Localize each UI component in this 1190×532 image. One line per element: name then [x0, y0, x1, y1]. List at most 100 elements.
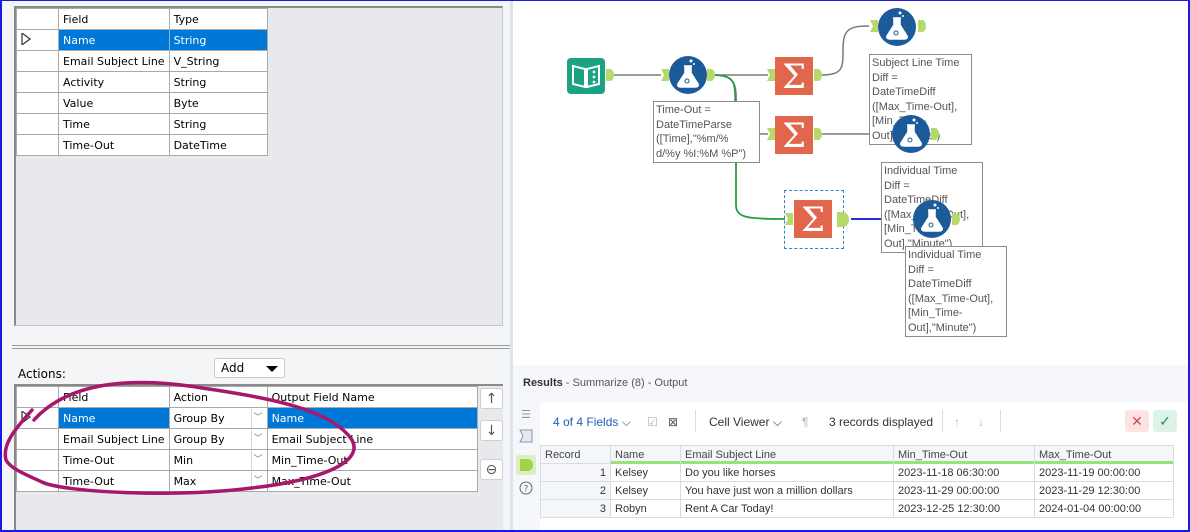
- action-select[interactable]: Min ﹀: [168, 449, 268, 471]
- action-select[interactable]: Group By ﹀: [168, 428, 268, 450]
- cell-name[interactable]: Kelsey: [610, 481, 681, 500]
- row-selector[interactable]: [16, 71, 59, 93]
- field-row[interactable]: Value Byte: [16, 92, 268, 114]
- annotation-line: Time-Out =: [656, 104, 711, 116]
- help-icon[interactable]: ?: [519, 481, 533, 495]
- list-icon[interactable]: ☰: [519, 408, 533, 422]
- chevron-down-icon[interactable]: ﹀: [250, 408, 265, 428]
- metadata-icon[interactable]: [519, 429, 533, 443]
- col-header-field[interactable]: Field: [58, 8, 170, 30]
- cancel-button[interactable]: ✕: [1125, 410, 1149, 432]
- cell-min-time-out[interactable]: 2023-11-18 06:30:00: [893, 463, 1035, 482]
- cell-min-time-out[interactable]: 2023-11-29 00:00:00: [893, 481, 1035, 500]
- field-name: Value: [58, 92, 170, 114]
- connection-summarize1-formula-subject: [820, 25, 870, 76]
- remove-action-button[interactable]: ⊖: [480, 459, 503, 480]
- action-value: Group By: [173, 411, 225, 425]
- action-field: Email Subject Line: [58, 428, 170, 450]
- row-selector[interactable]: [16, 50, 59, 72]
- sigma-icon: Σ: [775, 57, 813, 95]
- row-selector[interactable]: [16, 449, 59, 471]
- cell-name[interactable]: Kelsey: [610, 463, 681, 482]
- row-selector[interactable]: [16, 92, 59, 114]
- cell-email-subject-line[interactable]: Do you like horses: [680, 463, 894, 482]
- cell-max-time-out[interactable]: 2023-11-19 00:00:00: [1034, 463, 1174, 482]
- cell-email-subject-line[interactable]: Rent A Car Today!: [680, 499, 894, 518]
- connections-layer: [611, 25, 921, 220]
- col-header-max-time-out[interactable]: Max_Time-Out: [1034, 445, 1174, 465]
- action-row[interactable]: Time-Out Max ﹀ Max_Time-Out: [16, 470, 478, 492]
- summarize-config-panel: Field Type Name String Email Subject Lin…: [2, 0, 510, 532]
- add-action-dropdown[interactable]: Add: [214, 358, 285, 378]
- chevron-down-icon[interactable]: ﹀: [250, 429, 265, 449]
- col-header-name[interactable]: Name: [610, 445, 681, 465]
- field-row[interactable]: Email Subject Line V_String: [16, 50, 268, 72]
- field-name: Time-Out: [58, 134, 170, 156]
- cell-viewer-label: Cell Viewer: [709, 415, 770, 429]
- svg-text:Σ: Σ: [782, 57, 806, 95]
- table-row[interactable]: 1 Kelsey Do you like horses 2023-11-18 0…: [540, 463, 1174, 482]
- field-row[interactable]: Time String: [16, 113, 268, 135]
- col-header-email-subject-line[interactable]: Email Subject Line: [680, 445, 894, 465]
- col-header-field[interactable]: Field: [58, 386, 170, 408]
- action-row[interactable]: Name Group By ﹀ Name: [16, 407, 478, 429]
- col-header-record[interactable]: Record: [540, 445, 611, 464]
- action-select[interactable]: Group By ﹀: [168, 407, 268, 429]
- move-down-button[interactable]: ↓: [480, 420, 503, 441]
- arrow-up-icon[interactable]: ↑: [954, 415, 960, 429]
- row-selector[interactable]: [16, 134, 59, 156]
- action-row[interactable]: Time-Out Min ﹀ Min_Time-Out: [16, 449, 478, 471]
- move-up-button[interactable]: ↑: [480, 388, 503, 409]
- svg-text:Σ: Σ: [782, 116, 806, 154]
- chevron-down-icon: ⌵: [621, 415, 631, 429]
- splitter-line[interactable]: [12, 345, 510, 346]
- output-field-name-input[interactable]: Name: [266, 407, 478, 429]
- cell-max-time-out[interactable]: 2023-11-29 12:30:00: [1034, 481, 1174, 500]
- flask-icon: [892, 115, 930, 153]
- pilcrow-icon[interactable]: ¶: [802, 415, 808, 429]
- col-header-type[interactable]: Type: [168, 8, 268, 30]
- row-selector[interactable]: [16, 428, 59, 450]
- cell-name[interactable]: Robyn: [610, 499, 681, 518]
- chevron-down-icon[interactable]: ﹀: [250, 471, 265, 491]
- actions-grid: Field Action Output Field Name Name Grou…: [16, 386, 478, 492]
- col-header-output-field-name[interactable]: Output Field Name: [266, 386, 478, 408]
- output-field-name-input[interactable]: Min_Time-Out: [266, 449, 478, 471]
- cell-viewer-dropdown[interactable]: Cell Viewer ⌵: [709, 415, 782, 430]
- row-selector[interactable]: [16, 470, 59, 492]
- field-row[interactable]: Name String: [16, 29, 268, 51]
- toolbar-separator: [942, 410, 943, 432]
- fields-selector[interactable]: 4 of 4 Fields ⌵: [553, 415, 631, 430]
- annotation-line: d/%y %I:%M %P"): [656, 147, 747, 160]
- cell-min-time-out[interactable]: 2023-12-25 12:30:00: [893, 499, 1035, 518]
- actions-label: Actions:: [18, 367, 66, 381]
- data-anchor-icon[interactable]: [516, 455, 536, 475]
- action-field: Time-Out: [58, 449, 170, 471]
- deselect-all-icon[interactable]: ⊠: [668, 415, 678, 429]
- row-selector[interactable]: [16, 113, 59, 135]
- action-select[interactable]: Max ﹀: [168, 470, 268, 492]
- output-field-name-input[interactable]: Max_Time-Out: [266, 470, 478, 492]
- svg-text:?: ?: [524, 485, 529, 495]
- field-row[interactable]: Activity String: [16, 71, 268, 93]
- select-all-checkbox-icon[interactable]: ☑: [647, 415, 658, 429]
- arrow-down-icon[interactable]: ↓: [978, 415, 984, 429]
- table-row[interactable]: 3 Robyn Rent A Car Today! 2023-12-25 12:…: [540, 499, 1174, 518]
- action-row[interactable]: Email Subject Line Group By ﹀ Email Subje…: [16, 428, 478, 450]
- table-row[interactable]: 2 Kelsey You have just won a million dol…: [540, 481, 1174, 500]
- confirm-button[interactable]: ✓: [1153, 410, 1177, 432]
- toolbar-separator: [1000, 410, 1001, 432]
- row-selector[interactable]: [16, 407, 59, 429]
- cell-max-time-out[interactable]: 2024-01-04 00:00:00: [1034, 499, 1174, 518]
- action-field: Name: [58, 407, 170, 429]
- formula-annotation: Individual Time Diff = DateTimeDiff ([Ma…: [905, 246, 1007, 337]
- col-header-action[interactable]: Action: [168, 386, 268, 408]
- field-row[interactable]: Time-Out DateTime: [16, 134, 268, 156]
- col-header-min-time-out[interactable]: Min_Time-Out: [893, 445, 1035, 465]
- output-field-name-input[interactable]: Email Subject Line: [266, 428, 478, 450]
- chevron-down-icon[interactable]: ﹀: [250, 450, 265, 470]
- row-selector[interactable]: [16, 29, 59, 51]
- splitter-line[interactable]: [12, 348, 510, 349]
- workflow-canvas[interactable]: Time-Out = DateTimeParse ([Time],"%m/% d…: [510, 0, 1190, 365]
- cell-email-subject-line[interactable]: You have just won a million dollars: [680, 481, 894, 500]
